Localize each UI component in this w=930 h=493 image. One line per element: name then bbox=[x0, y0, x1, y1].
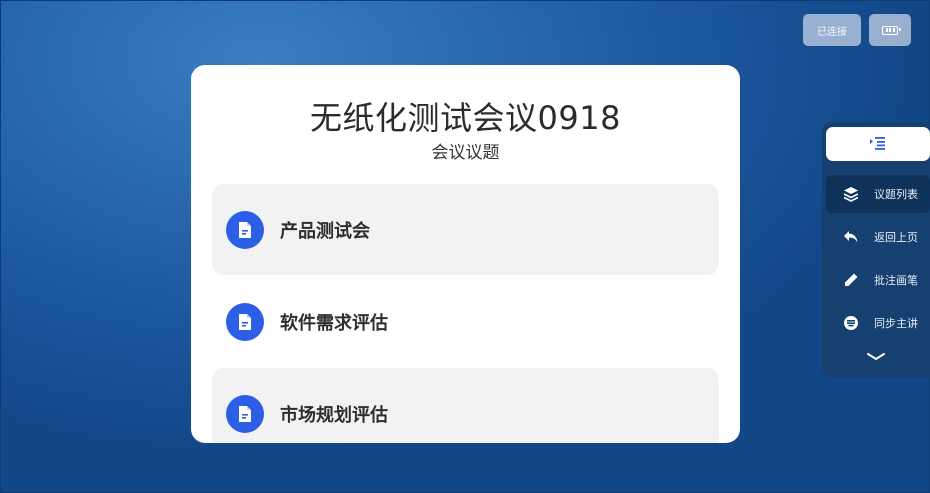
topic-label: 产品测试会 bbox=[280, 220, 370, 242]
chevron-down-icon[interactable] bbox=[866, 347, 886, 366]
pen-icon bbox=[842, 271, 860, 289]
toolbar-item-label: 批注画笔 bbox=[874, 274, 918, 287]
topic-item[interactable]: 软件需求评估 bbox=[212, 276, 719, 367]
meeting-title: 无纸化测试会议0918 bbox=[310, 99, 621, 137]
layers-icon bbox=[842, 185, 860, 203]
back-arrow-icon bbox=[842, 228, 860, 246]
toolbar-item-topic-list[interactable]: 议题列表 bbox=[826, 175, 930, 213]
topic-label: 市场规划评估 bbox=[280, 404, 388, 426]
agenda-card: 无纸化测试会议0918 会议议题 产品测试会 软件需求评估 市场规划评估 bbox=[191, 65, 740, 443]
topic-item[interactable]: 产品测试会 bbox=[212, 184, 719, 275]
toolbar-item-go-back[interactable]: 返回上页 bbox=[826, 218, 930, 256]
document-icon bbox=[226, 210, 264, 249]
topic-label: 软件需求评估 bbox=[280, 312, 388, 334]
toolbar-item-sync-presenter[interactable]: 同步主讲 bbox=[826, 304, 930, 342]
side-toolbar: 议题列表 返回上页 批注画笔 同步主讲 bbox=[822, 122, 930, 377]
toolbar-item-label: 议题列表 bbox=[874, 188, 918, 201]
toolbar-item-label: 返回上页 bbox=[874, 231, 918, 244]
toolbar-item-label: 同步主讲 bbox=[874, 317, 918, 330]
agenda-subtitle: 会议议题 bbox=[431, 143, 500, 163]
document-icon bbox=[226, 302, 264, 341]
document-icon bbox=[226, 394, 264, 433]
toolbar-item-annotation-pen[interactable]: 批注画笔 bbox=[826, 261, 930, 299]
connection-status-label: 已连接 bbox=[817, 26, 847, 38]
sync-icon bbox=[842, 314, 860, 332]
topic-item[interactable]: 市场规划评估 bbox=[212, 368, 719, 443]
battery-button[interactable] bbox=[869, 14, 911, 46]
menu-collapse-icon bbox=[870, 135, 886, 154]
connection-status-button[interactable]: 已连接 bbox=[803, 14, 861, 46]
battery-icon bbox=[882, 25, 901, 35]
toolbar-toggle-button[interactable] bbox=[826, 127, 930, 161]
